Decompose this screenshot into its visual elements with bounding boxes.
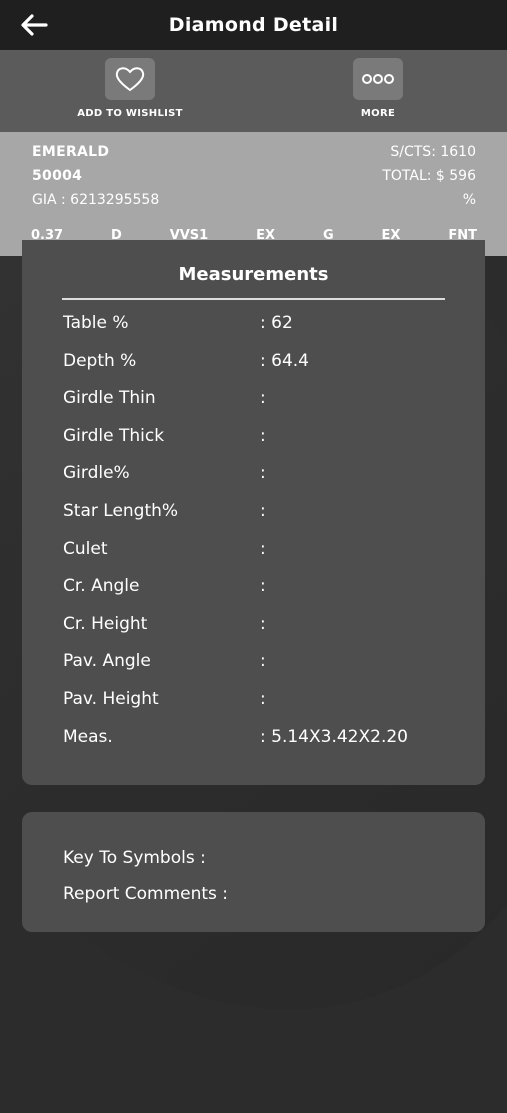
measurement-label: Table % [63, 313, 129, 333]
measurement-label: Meas. [63, 727, 113, 747]
measurement-label: Culet [63, 539, 108, 559]
more-dots-icon [362, 74, 394, 84]
certificate-number: GIA : 6213295558 [32, 192, 160, 208]
measurement-value: : [260, 388, 266, 408]
measurement-label: Pav. Height [63, 689, 159, 709]
measurement-label: Depth % [63, 351, 137, 371]
measurement-label: Girdle Thick [63, 426, 165, 446]
wishlist-label: ADD TO WISHLIST [77, 108, 183, 119]
measurement-value: : [260, 651, 266, 671]
measurement-label: Pav. Angle [63, 651, 151, 671]
measurement-value: : 5.14X3.42X2.20 [260, 727, 408, 747]
measurement-value: : [260, 501, 266, 521]
measurement-value: : [260, 576, 266, 596]
measurement-row: Cr. Height : [63, 614, 463, 644]
more-icon-box [353, 58, 403, 100]
measurement-label: Girdle% [63, 463, 130, 483]
measurement-row: Girdle Thin : [63, 388, 463, 418]
measurement-label: Girdle Thin [63, 388, 156, 408]
measurement-row: Pav. Angle : [63, 651, 463, 681]
measurement-row: Girdle Thick : [63, 426, 463, 456]
measurement-row: Culet : [63, 539, 463, 569]
diamond-summary: EMERALD S/CTS: 1610 50004 TOTAL: $ 596 G… [0, 132, 507, 256]
total-price: TOTAL: $ 596 [382, 168, 476, 184]
measurement-label: Cr. Height [63, 614, 148, 634]
more-button[interactable]: MORE [313, 58, 443, 119]
page-title: Diamond Detail [168, 14, 339, 36]
report-comments-label: Report Comments : [63, 884, 229, 904]
measurement-label: Cr. Angle [63, 576, 140, 596]
measurements-title: Measurements [178, 264, 329, 285]
measurement-row: Table % : 62 [63, 313, 463, 343]
measurements-card: Measurements Table % : 62 Depth % : 64.4… [22, 240, 485, 785]
notes-card: Key To Symbols : Report Comments : [22, 812, 485, 932]
measurement-value: : [260, 539, 266, 559]
measurement-row: Cr. Angle : [63, 576, 463, 606]
title-divider [62, 298, 445, 300]
app-bar: Diamond Detail [0, 0, 507, 50]
stock-id: 50004 [32, 168, 83, 184]
measurement-value: : [260, 463, 266, 483]
add-to-wishlist-button[interactable]: ADD TO WISHLIST [65, 58, 195, 119]
measurement-value: : 64.4 [260, 351, 309, 371]
measurement-value: : [260, 689, 266, 709]
measurement-row: Star Length% : [63, 501, 463, 531]
measurement-row: Meas. : 5.14X3.42X2.20 [63, 727, 463, 757]
key-to-symbols-label: Key To Symbols : [63, 848, 206, 868]
wishlist-icon-box [105, 58, 155, 100]
back-button[interactable] [16, 10, 52, 40]
measurement-value: : [260, 614, 266, 634]
more-label: MORE [360, 108, 396, 119]
measurement-value: : 62 [260, 313, 293, 333]
shape-text: EMERALD [32, 144, 110, 160]
measurement-value: : [260, 426, 266, 446]
action-bar: ADD TO WISHLIST MORE [0, 50, 507, 132]
measurement-row: Pav. Height : [63, 689, 463, 719]
heart-icon [115, 67, 145, 92]
back-arrow-icon [21, 14, 48, 36]
measurement-row: Girdle% : [63, 463, 463, 493]
price-per-carat: S/CTS: 1610 [390, 144, 476, 160]
discount-percent: % [462, 192, 476, 208]
measurement-label: Star Length% [63, 501, 179, 521]
measurement-row: Depth % : 64.4 [63, 351, 463, 381]
